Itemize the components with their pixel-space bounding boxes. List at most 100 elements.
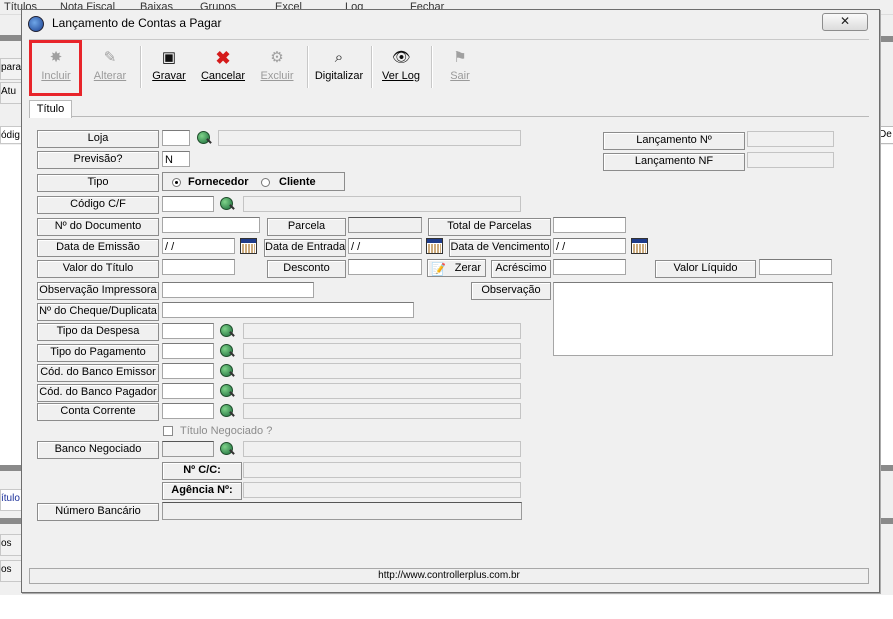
numero-bancario-label: Número Bancário [37,503,159,521]
desconto-input[interactable] [348,259,422,275]
valor-liquido-input[interactable] [759,259,832,275]
tipo-despesa-input[interactable] [162,323,214,339]
cod-banco-emissor-search-icon[interactable] [219,363,235,379]
close-button[interactable]: ✕ [822,13,868,31]
cod-banco-pagador-label: Cód. do Banco Pagador [37,384,159,402]
loja-search-icon[interactable] [196,130,212,146]
data-emissao-calendar-icon[interactable] [240,238,257,254]
desconto-label: Desconto [267,260,346,278]
n-cheque-input[interactable] [162,302,414,318]
sair-button[interactable]: ⚑ Sair [434,47,486,87]
toolbar-separator-1 [140,46,142,88]
banco-negociado-label: Banco Negociado [37,441,159,459]
data-vencimento-calendar-icon[interactable] [631,238,648,254]
cod-banco-emissor-label: Cód. do Banco Emissor [37,364,159,382]
conta-corrente-input[interactable] [162,403,214,419]
tipo-despesa-search-icon[interactable] [219,323,235,339]
gravar-button[interactable]: ▣ Gravar [143,47,195,87]
app-globe-icon [28,16,44,32]
ver-log-button[interactable]: 👁 Ver Log [375,47,427,87]
agencia-field [243,482,521,498]
conta-corrente-search-icon[interactable] [219,403,235,419]
observacao-label: Observação [471,282,551,300]
obs-impressora-input[interactable] [162,282,314,298]
previsao-input[interactable]: N [162,151,190,167]
data-entrada-label: Data de Entrada [264,239,346,257]
incluir-highlight-box [29,40,82,96]
bg-divider-right [878,36,893,42]
valor-titulo-input[interactable] [162,259,235,275]
banco-negociado-description-field [243,441,521,457]
cancelar-button[interactable]: ✖ Cancelar [197,47,249,87]
bg-divider-left-3 [0,518,22,524]
alterar-button[interactable]: ✎ Alterar [84,47,136,87]
bg-left-grid [0,145,21,465]
codigo-cf-label: Código C/F [37,196,159,214]
lancamento-n-label: Lançamento Nº [603,132,745,150]
n-documento-input[interactable] [162,217,260,233]
n-cc-field [243,462,521,478]
valor-titulo-label: Valor do Título [37,260,159,278]
scan-icon: ⌕ [334,49,344,66]
conta-corrente-label: Conta Corrente [37,403,159,421]
status-bar: http://www.controllerplus.com.br [29,568,869,584]
bg-divider-left-2 [0,465,22,471]
bg-right-column-header: De [878,126,893,144]
data-vencimento-input[interactable]: / / [553,238,626,254]
obs-impressora-label: Observação Impressora [37,282,159,300]
bg-bottom-area [0,595,893,619]
data-entrada-calendar-icon[interactable] [426,238,443,254]
status-url: http://www.controllerplus.com.br [378,570,520,581]
titulo-negociado-checkbox[interactable] [163,426,173,436]
titulo-negociado-label: Título Negociado ? [180,425,273,437]
numero-bancario-field [162,502,522,520]
eye-icon: 👁 [392,49,412,66]
toolbar-top-rule [29,39,869,40]
loja-input[interactable] [162,130,190,146]
fornecedor-radio[interactable] [172,178,181,187]
agencia-label: Agência Nº: [162,482,242,500]
toolbar-separator-2 [307,46,309,88]
edit-icon: ✎ [103,49,117,66]
digitalizar-button[interactable]: ⌕ Digitalizar [311,47,367,87]
data-emissao-input[interactable]: / / [162,238,235,254]
data-entrada-input[interactable]: / / [348,238,422,254]
parcela-field [348,217,422,233]
lancamento-nf-field [747,152,834,168]
codigo-cf-search-icon[interactable] [219,196,235,212]
tipo-pagamento-search-icon[interactable] [219,343,235,359]
acrescimo-input[interactable] [553,259,626,275]
bg-divider-right-3 [878,518,893,524]
banco-negociado-field [162,441,214,457]
bg-right-grid [878,145,893,465]
total-parcelas-input[interactable] [553,217,626,233]
tipo-despesa-label: Tipo da Despesa [37,323,159,341]
zerar-button[interactable]: 📝 Zerar [427,259,486,277]
codigo-cf-input[interactable] [162,196,214,212]
n-documento-label: Nº do Documento [37,218,159,236]
codigo-cf-description-field [243,196,521,212]
excluir-button[interactable]: ⚙ Excluir [251,47,303,87]
cod-banco-pagador-search-icon[interactable] [219,383,235,399]
valor-liquido-label: Valor Líquido [655,260,756,278]
dialog-title: Lançamento de Contas a Pagar [52,16,222,30]
tab-titulo[interactable]: Título [29,100,72,118]
digitalizar-label: Digitalizar [314,70,364,82]
tipo-despesa-description-field [243,323,521,339]
cliente-radio[interactable] [261,178,270,187]
cliente-label: Cliente [279,176,316,188]
observacao-textarea[interactable] [553,282,833,356]
data-emissao-label: Data de Emissão [37,239,159,257]
loja-label: Loja [37,130,159,148]
cod-banco-pagador-description-field [243,383,521,399]
loja-description-field [218,130,521,146]
banco-negociado-search-icon[interactable] [219,441,235,457]
cod-banco-emissor-input[interactable] [162,363,214,379]
tipo-pagamento-label: Tipo do Pagamento [37,344,159,362]
tipo-pagamento-input[interactable] [162,343,214,359]
zerar-edit-icon: 📝 [431,262,446,276]
cod-banco-pagador-input[interactable] [162,383,214,399]
lancamento-n-field [747,131,834,147]
tipo-pagamento-description-field [243,343,521,359]
sair-label: Sair [450,70,470,82]
